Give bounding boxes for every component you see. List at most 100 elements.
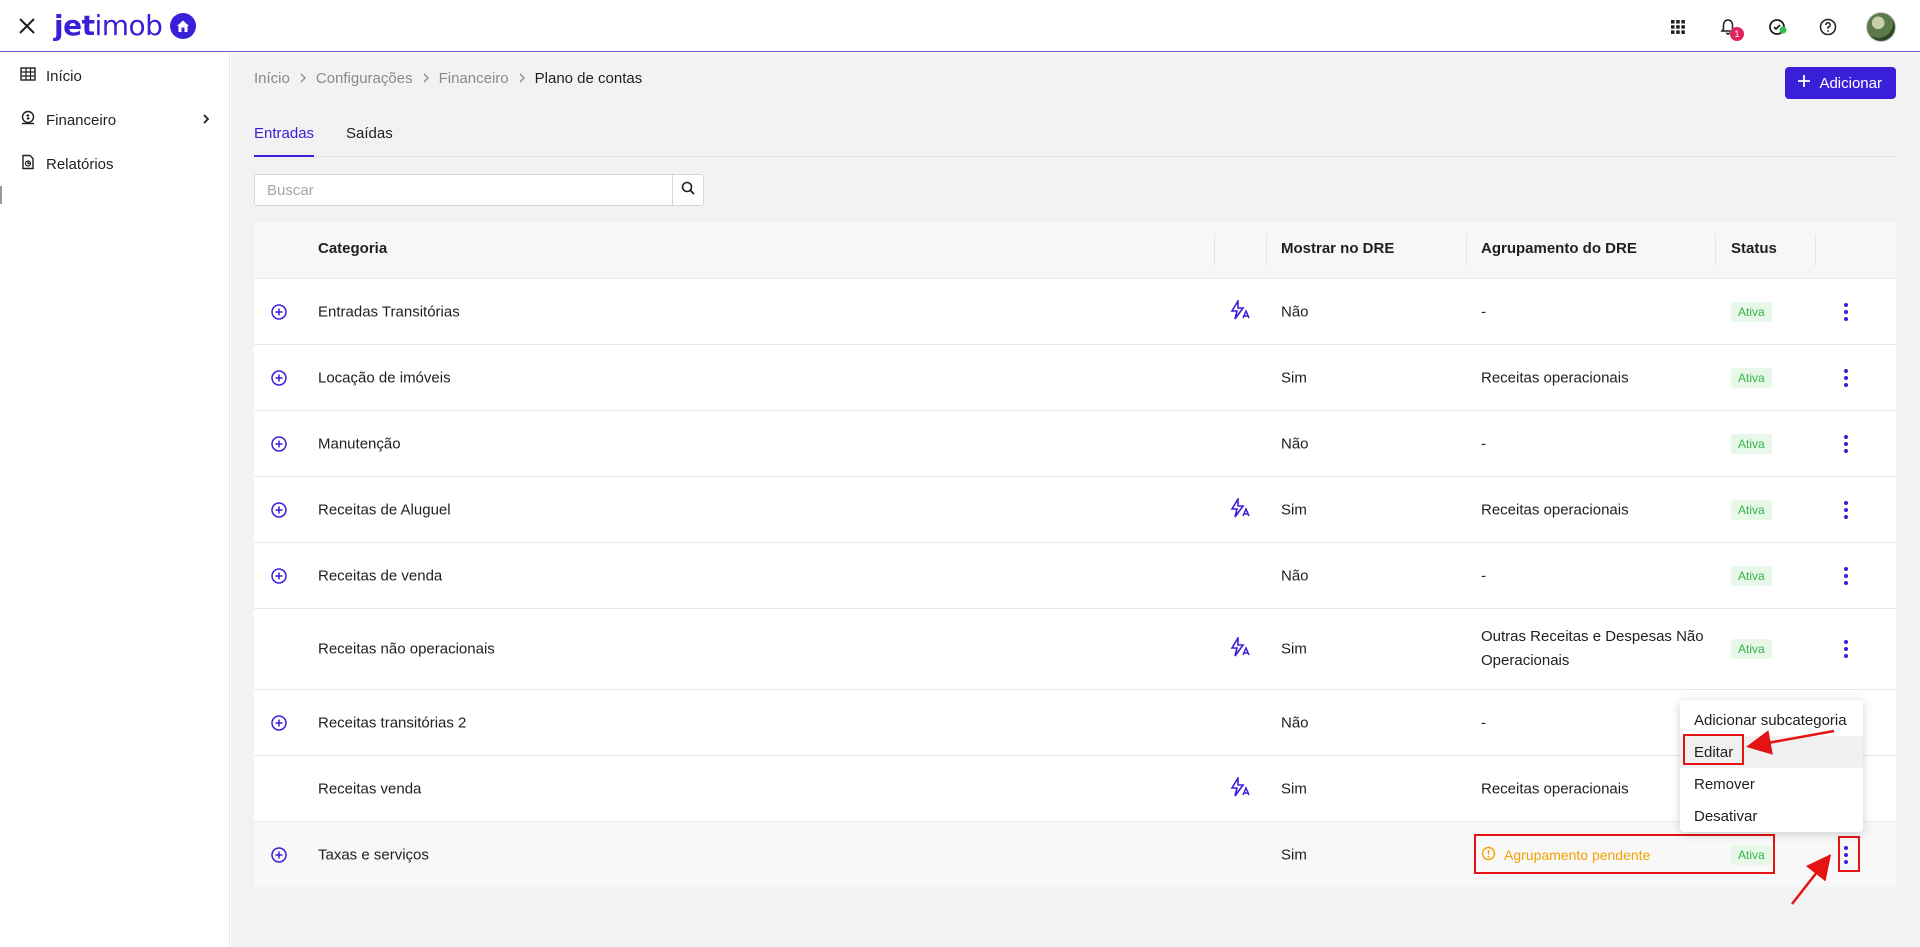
expand-plus-icon[interactable] [270, 435, 288, 453]
show-dre-value: Não [1281, 435, 1309, 452]
column-divider [1214, 234, 1215, 266]
main-content: Início Configurações Financeiro Plano de… [231, 53, 1920, 947]
chevron-right-icon [200, 112, 212, 129]
status-icon[interactable] [1766, 15, 1790, 39]
grouping-value: - [1481, 435, 1486, 452]
table-row[interactable]: Receitas não operacionais Sim Outras Rec… [254, 608, 1896, 689]
sidebar-edge-marker [0, 186, 2, 204]
automation-icon [1229, 635, 1251, 661]
expand-plus-icon[interactable] [270, 567, 288, 585]
annotation-box-edit [1683, 734, 1744, 765]
show-dre-value: Sim [1281, 780, 1307, 797]
menu-item-add-subcategory[interactable]: Adicionar subcategoria [1680, 704, 1863, 736]
expand-plus-icon[interactable] [270, 846, 288, 864]
table-row[interactable]: Receitas de venda Não - Ativa [254, 542, 1896, 608]
table-header: Categoria Mostrar no DRE Agrupamento do … [254, 222, 1896, 278]
more-vertical-icon[interactable] [1840, 565, 1852, 587]
expand-plus-icon[interactable] [270, 501, 288, 519]
column-header-show-dre[interactable]: Mostrar no DRE [1281, 240, 1394, 257]
sidebar-item-relatorios[interactable]: Relatórios [20, 152, 212, 176]
accounts-table: Categoria Mostrar no DRE Agrupamento do … [254, 222, 1896, 887]
help-icon[interactable] [1816, 15, 1840, 39]
menu-item-deactivate[interactable]: Desativar [1680, 800, 1863, 832]
category-name: Receitas transitórias 2 [318, 714, 467, 731]
sidebar: Início Financeiro Relatórios [0, 53, 230, 947]
grouping-value: - [1481, 714, 1486, 731]
tab-entradas[interactable]: Entradas [254, 113, 315, 157]
annotation-box-pending [1474, 834, 1775, 874]
show-dre-value: Sim [1281, 369, 1307, 386]
table-icon [20, 66, 36, 86]
table-row[interactable]: Receitas transitórias 2 Não - [254, 689, 1896, 755]
category-name: Manutenção [318, 435, 401, 452]
automation-icon [1229, 297, 1251, 324]
grouping-value: Receitas operacionais [1481, 369, 1629, 386]
column-divider [1715, 234, 1716, 266]
bell-icon[interactable]: 1 [1716, 15, 1744, 41]
search-icon [681, 181, 695, 200]
column-header-category[interactable]: Categoria [318, 240, 387, 257]
table-row[interactable]: Entradas Transitórias Não - Ativa [254, 278, 1896, 344]
breadcrumb-item-configuracoes[interactable]: Configurações [316, 70, 413, 87]
category-name: Receitas de Aluguel [318, 501, 451, 518]
column-header-status[interactable]: Status [1731, 240, 1777, 257]
breadcrumb: Início Configurações Financeiro Plano de… [254, 70, 642, 87]
breadcrumb-item-inicio[interactable]: Início [254, 70, 290, 87]
context-menu: Adicionar subcategoria Editar Remover De… [1680, 700, 1863, 832]
breadcrumb-item-financeiro[interactable]: Financeiro [439, 70, 509, 87]
more-vertical-icon[interactable] [1840, 499, 1852, 521]
category-name: Receitas de venda [318, 567, 443, 584]
show-dre-value: Sim [1281, 501, 1307, 518]
sidebar-item-inicio[interactable]: Início [20, 64, 212, 88]
column-divider [1266, 234, 1267, 266]
grouping-line: Operacionais [1481, 652, 1570, 669]
status-badge: Ativa [1731, 301, 1772, 322]
automation-icon [1229, 774, 1251, 801]
grouping-value: - [1481, 303, 1486, 320]
tabs: Entradas Saídas [254, 113, 1896, 157]
grouping-value: Receitas operacionais [1481, 780, 1629, 797]
more-vertical-icon[interactable] [1840, 433, 1852, 455]
table-row[interactable]: Receitas venda Sim Receitas operacionais [254, 755, 1896, 821]
sidebar-item-label: Financeiro [46, 111, 117, 129]
search-input[interactable] [255, 175, 672, 205]
search-button[interactable] [672, 175, 703, 205]
show-dre-value: Não [1281, 714, 1309, 731]
close-icon[interactable] [14, 13, 40, 39]
grouping-value: Outras Receitas e Despesas Não Operacion… [1481, 625, 1704, 673]
grouping-line: Outras Receitas e Despesas Não [1481, 628, 1704, 645]
apps-grid-icon[interactable] [1666, 15, 1690, 39]
table-row[interactable]: Locação de imóveis Sim Receitas operacio… [254, 344, 1896, 410]
sidebar-item-label: Início [46, 67, 82, 85]
breadcrumb-current: Plano de contas [534, 70, 643, 87]
grouping-value: - [1481, 567, 1486, 584]
category-name: Locação de imóveis [318, 369, 451, 386]
expand-plus-icon[interactable] [270, 369, 288, 387]
expand-plus-icon[interactable] [270, 714, 288, 732]
more-vertical-icon[interactable] [1840, 367, 1852, 389]
automation-icon [1229, 495, 1251, 522]
more-vertical-icon[interactable] [1840, 638, 1852, 660]
sidebar-item-financeiro[interactable]: Financeiro [20, 108, 212, 132]
column-header-grouping[interactable]: Agrupamento do DRE [1481, 240, 1637, 257]
table-row[interactable]: Manutenção Não - Ativa [254, 410, 1896, 476]
add-button[interactable]: Adicionar [1785, 67, 1896, 99]
home-icon [170, 12, 197, 39]
status-badge: Ativa [1731, 639, 1772, 659]
table-row[interactable]: Receitas de Aluguel Sim Receitas operaci… [254, 476, 1896, 542]
wallet-icon [20, 110, 36, 130]
logo[interactable]: jetimob [54, 9, 197, 42]
more-vertical-icon[interactable] [1840, 301, 1852, 323]
menu-item-remove[interactable]: Remover [1680, 768, 1863, 800]
category-name: Receitas não operacionais [318, 640, 495, 658]
category-name: Entradas Transitórias [318, 303, 460, 320]
chevron-right-icon [421, 71, 431, 87]
notification-count-badge: 1 [1730, 27, 1744, 41]
tab-saidas[interactable]: Saídas [346, 113, 393, 157]
chevron-right-icon [517, 71, 527, 87]
avatar[interactable] [1866, 12, 1896, 42]
column-divider [1815, 234, 1816, 266]
add-button-label: Adicionar [1819, 74, 1882, 92]
expand-plus-icon[interactable] [270, 303, 288, 321]
show-dre-value: Sim [1281, 640, 1307, 658]
